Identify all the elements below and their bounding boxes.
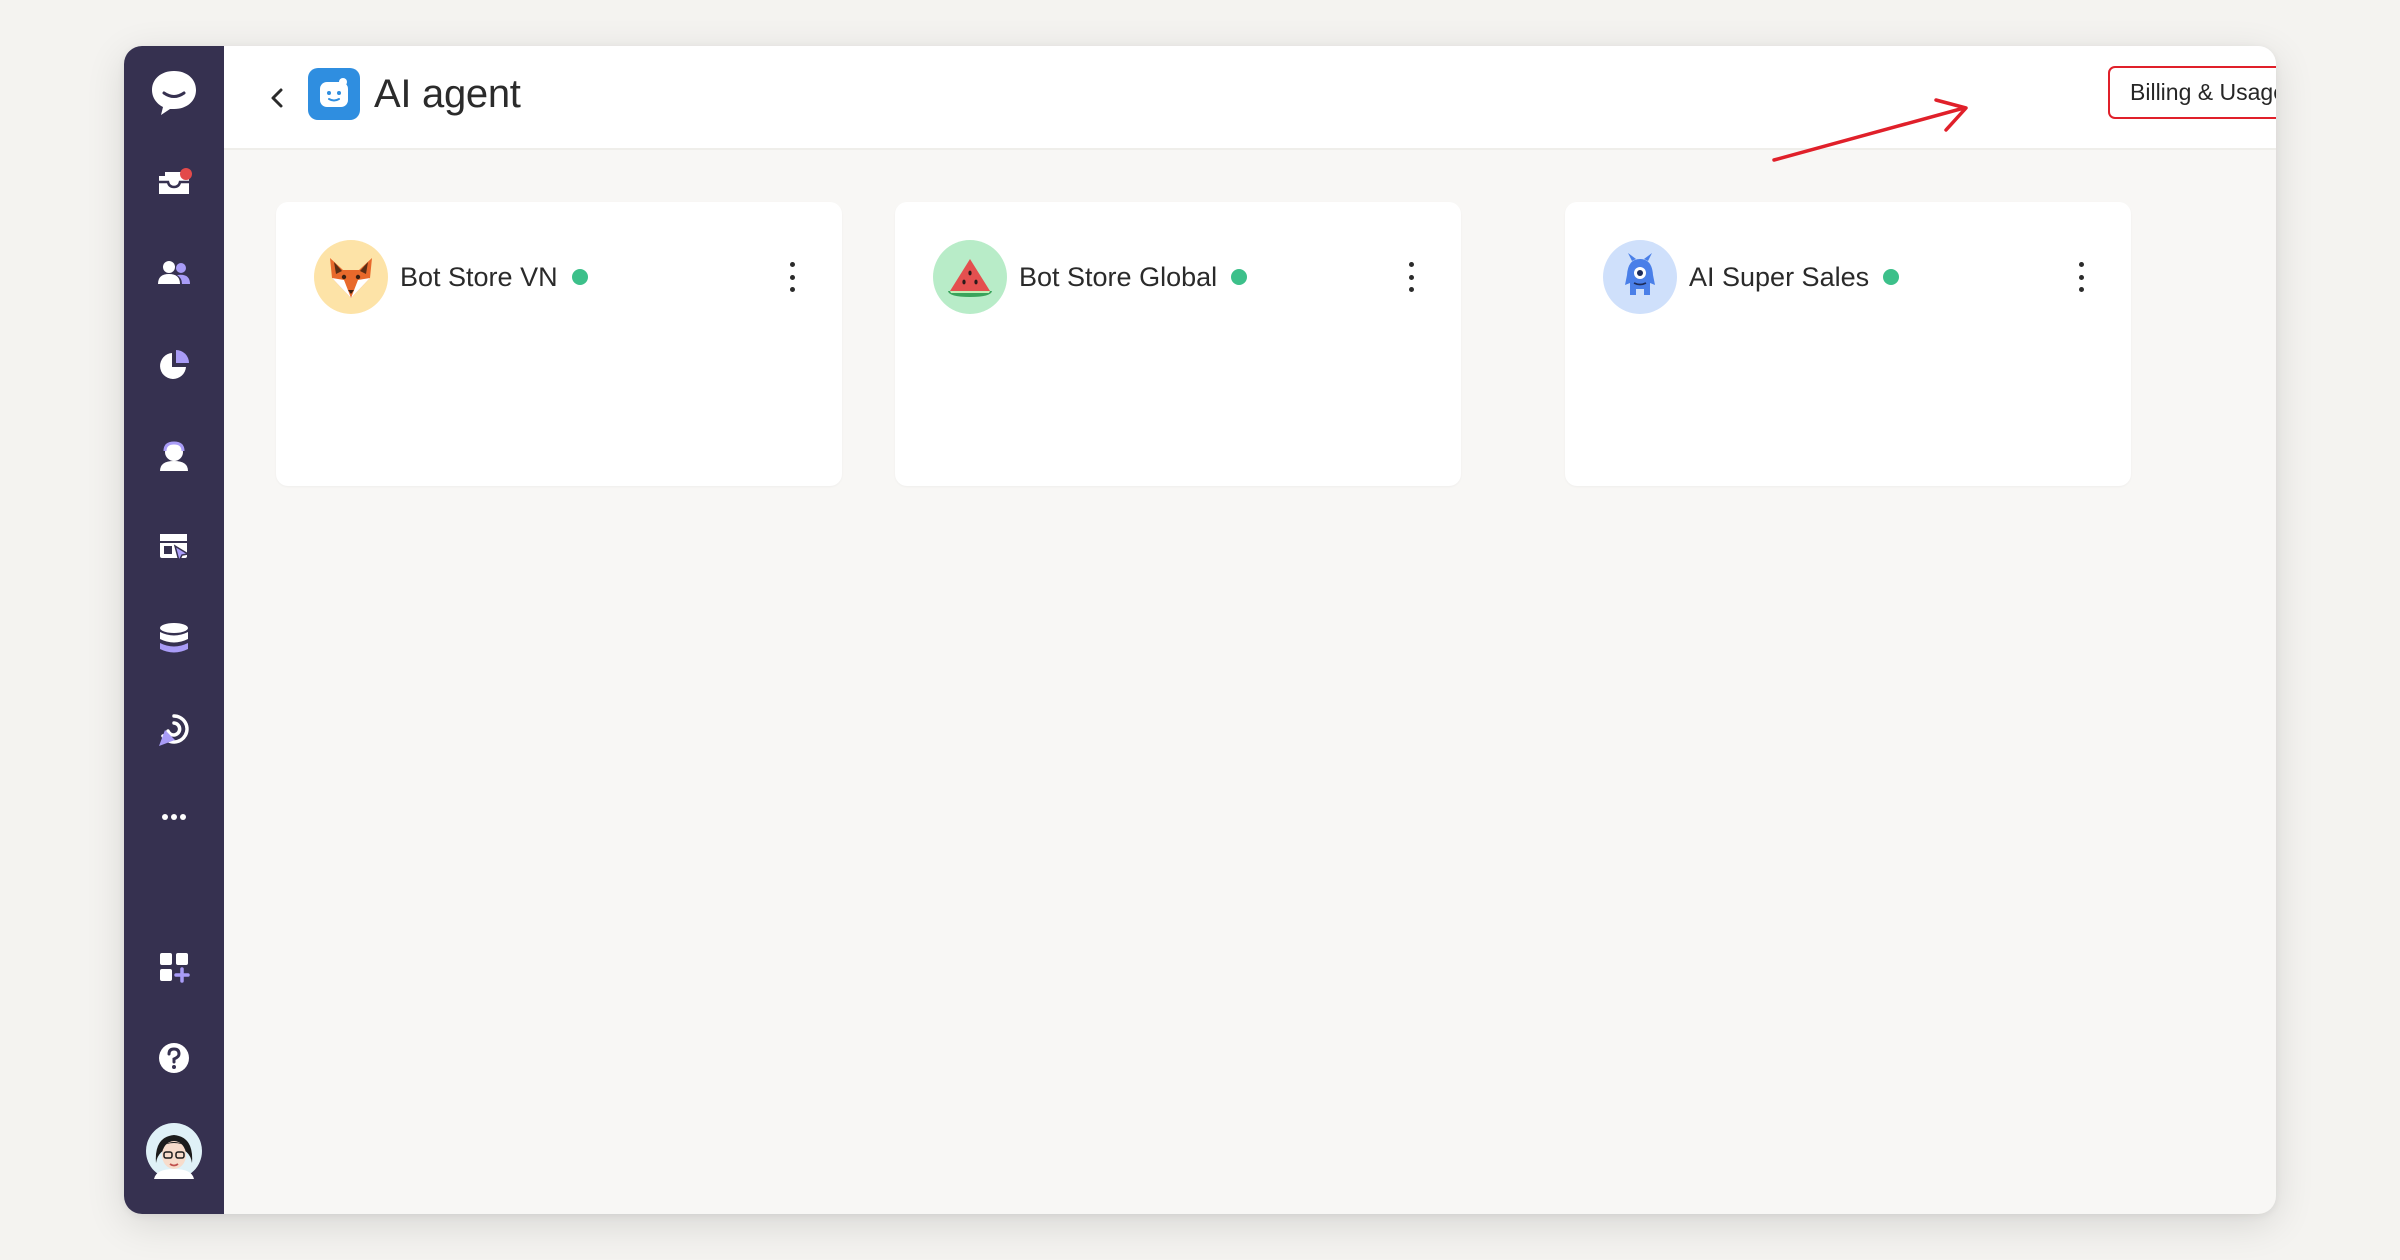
- more-options-button[interactable]: [2071, 258, 2091, 296]
- chat-logo-icon[interactable]: [124, 68, 224, 118]
- agent-icon[interactable]: [124, 440, 224, 474]
- contacts-icon[interactable]: [124, 256, 224, 290]
- agent-name: AI Super Sales: [1689, 260, 1900, 294]
- fox-icon: [314, 240, 388, 314]
- reports-pie-icon[interactable]: [124, 348, 224, 382]
- ai-agent-logo-icon: [308, 68, 360, 120]
- widget-icon[interactable]: [124, 530, 224, 564]
- back-button[interactable]: [260, 80, 296, 116]
- more-options-button[interactable]: [1401, 258, 1421, 296]
- status-online-dot: [1883, 269, 1900, 285]
- agent-name-text: Bot Store VN: [400, 262, 558, 292]
- notification-dot: [180, 168, 192, 180]
- monster-icon: [1603, 240, 1677, 314]
- agent-name: Bot Store VN: [400, 260, 588, 294]
- billing-usage-button[interactable]: Billing & Usage: [2108, 66, 2276, 119]
- agent-name-text: Bot Store Global: [1019, 262, 1218, 292]
- agent-name-text: AI Super Sales: [1689, 262, 1870, 292]
- agent-name: Bot Store Global: [1019, 260, 1248, 294]
- app-window: AI agent Billing & Usage Bot Store VN Bo…: [124, 46, 2276, 1214]
- user-avatar[interactable]: [124, 1122, 224, 1180]
- more-options-button[interactable]: [782, 258, 802, 296]
- help-icon[interactable]: [124, 1040, 224, 1076]
- inbox-icon[interactable]: [124, 166, 224, 200]
- campaign-icon[interactable]: [124, 712, 224, 748]
- status-online-dot: [1231, 269, 1248, 285]
- more-icon[interactable]: [124, 802, 224, 832]
- sidebar: [124, 46, 224, 1214]
- page-title: AI agent: [374, 72, 521, 116]
- watermelon-icon: [933, 240, 1007, 314]
- chevron-left-icon: [271, 88, 283, 108]
- agent-card[interactable]: AI Super Sales: [1565, 202, 2131, 486]
- database-icon[interactable]: [124, 622, 224, 656]
- agent-card[interactable]: Bot Store VN: [276, 202, 842, 486]
- agent-card[interactable]: Bot Store Global: [895, 202, 1461, 486]
- status-online-dot: [571, 269, 588, 285]
- apps-grid-icon[interactable]: [124, 950, 224, 984]
- page-header: AI agent Billing & Usage: [224, 46, 2276, 150]
